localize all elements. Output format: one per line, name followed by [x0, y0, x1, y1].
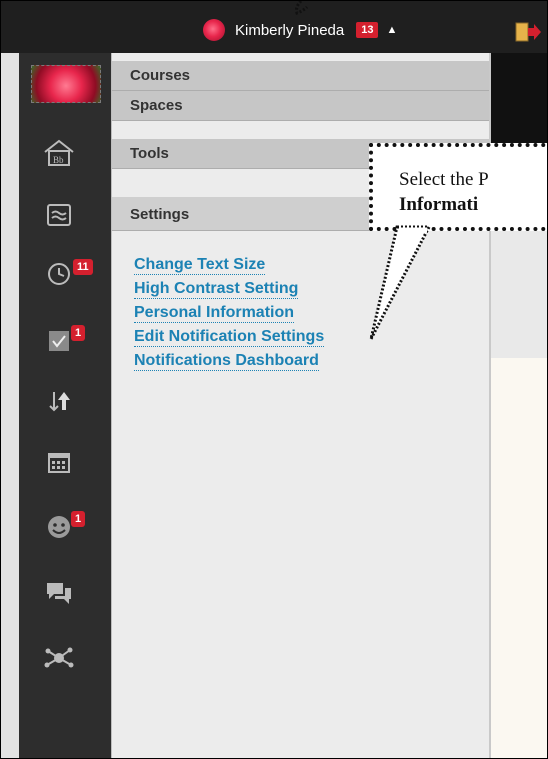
sort-icon[interactable]: [41, 385, 77, 417]
menu-courses-label: Courses: [130, 67, 191, 84]
screenshot-frame: Kimberly Pineda 13 ▲ Bb 11 1 1 Courses S…: [0, 0, 548, 759]
edit-notification-settings-link[interactable]: Edit Notification Settings: [134, 327, 325, 347]
menu-courses[interactable]: Courses: [112, 61, 489, 91]
menu-settings-label: Settings: [130, 206, 190, 223]
user-name: Kimberly Pineda: [235, 21, 345, 39]
activity-stream-icon[interactable]: [41, 199, 77, 231]
settings-links: Change Text Size High Contrast Setting P…: [134, 255, 325, 375]
messages-icon[interactable]: [41, 577, 77, 609]
svg-text:Bb: Bb: [53, 155, 64, 165]
instruction-callout: Select the P Informati: [369, 143, 547, 231]
notifications-dashboard-link[interactable]: Notifications Dashboard: [134, 351, 319, 371]
high-contrast-setting-link[interactable]: High Contrast Setting: [134, 279, 299, 299]
callout-line1: Select the: [399, 169, 479, 190]
top-bar: Kimberly Pineda 13 ▲: [1, 1, 547, 53]
menu-spaces[interactable]: Spaces: [112, 91, 489, 121]
page-background-content: [491, 358, 547, 758]
due-dates-icon[interactable]: [41, 257, 77, 289]
callout-line1-cut: P: [478, 169, 489, 190]
callout-line2: Informati: [399, 194, 479, 215]
menu-tools-label: Tools: [130, 145, 169, 162]
user-avatar-icon: [203, 19, 225, 41]
notification-count-badge[interactable]: 13: [356, 22, 379, 38]
menu-spaces-label: Spaces: [130, 97, 183, 114]
page-left-edge: [1, 53, 19, 758]
home-bb-icon[interactable]: Bb: [41, 137, 77, 169]
logout-icon[interactable]: [515, 21, 541, 43]
people-badge: 1: [71, 511, 86, 527]
network-icon[interactable]: [41, 641, 77, 673]
personal-information-link[interactable]: Personal Information: [134, 303, 295, 323]
change-text-size-link[interactable]: Change Text Size: [134, 255, 266, 275]
due-dates-badge: 11: [73, 259, 93, 275]
user-menu[interactable]: Kimberly Pineda 13 ▲: [203, 19, 397, 41]
grades-badge: 1: [71, 325, 86, 341]
caret-up-icon[interactable]: ▲: [386, 24, 397, 36]
avatar-icon[interactable]: [31, 65, 101, 103]
calendar-icon[interactable]: [41, 447, 77, 479]
